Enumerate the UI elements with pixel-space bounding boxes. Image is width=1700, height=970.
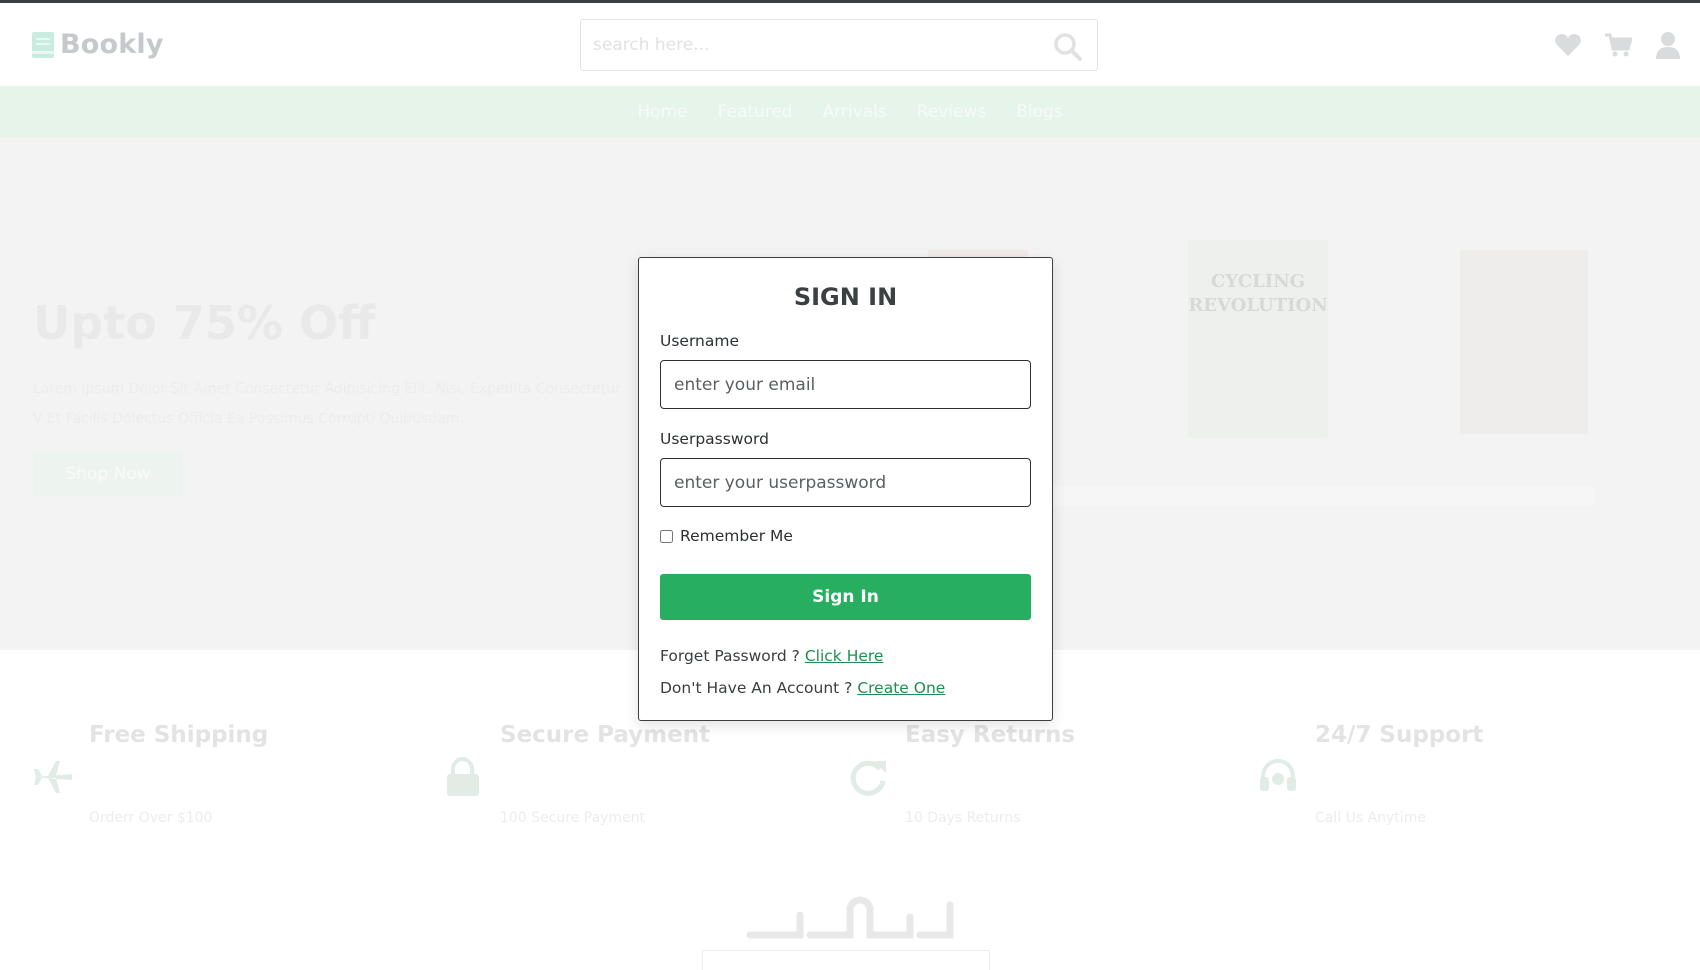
sign-in-button[interactable]: Sign In bbox=[660, 574, 1031, 620]
forgot-text: Forget Password ? bbox=[660, 647, 800, 665]
heart-icon[interactable] bbox=[1554, 31, 1582, 59]
lock-icon bbox=[447, 757, 479, 796]
book-icon bbox=[32, 31, 54, 58]
nav-arrivals[interactable]: Arrivals bbox=[823, 102, 887, 122]
create-one-link[interactable]: Create One bbox=[857, 679, 945, 697]
plane-icon bbox=[34, 761, 72, 793]
password-input[interactable] bbox=[660, 458, 1031, 507]
main-nav: Home Featured Arrivals Reviews Blogs bbox=[0, 86, 1700, 138]
header: Bookly bbox=[0, 3, 1700, 86]
feature-title: Easy Returns bbox=[905, 722, 1076, 748]
nav-blogs[interactable]: Blogs bbox=[1016, 102, 1062, 122]
feature-title: 24/7 Support bbox=[1315, 722, 1484, 748]
nav-reviews[interactable]: Reviews bbox=[917, 102, 987, 122]
feature-title: Secure Payment bbox=[500, 722, 711, 748]
remember-checkbox[interactable] bbox=[660, 529, 673, 543]
book-cover[interactable] bbox=[1460, 250, 1588, 434]
hero-title: Upto 75% Off bbox=[33, 296, 376, 350]
search-box bbox=[580, 19, 1098, 71]
brand-name: Bookly bbox=[60, 29, 164, 60]
click-here-link[interactable]: Click Here bbox=[805, 647, 884, 665]
search-icon[interactable] bbox=[1053, 32, 1083, 62]
redo-icon bbox=[850, 760, 886, 796]
header-actions bbox=[1554, 31, 1682, 59]
section-heading-box bbox=[702, 950, 990, 970]
shop-now-button[interactable]: Shop Now bbox=[33, 451, 183, 497]
modal-title: SIGN IN bbox=[793, 283, 898, 311]
nav-featured[interactable]: Featured bbox=[718, 102, 793, 122]
remember-label: Remember Me bbox=[680, 527, 793, 545]
username-label: Username bbox=[660, 332, 740, 350]
sign-in-modal: SIGN IN Username Userpassword Remember M… bbox=[638, 257, 1053, 721]
hero-text: Lorem Ipsum Dolor Sit Amet Consectetur A… bbox=[33, 381, 621, 427]
feature-subtitle: 100 Secure Payment bbox=[500, 810, 646, 826]
search-input[interactable] bbox=[593, 20, 1033, 70]
username-input[interactable] bbox=[660, 360, 1031, 409]
book-title: CYCLING REVOLUTION bbox=[1188, 271, 1328, 316]
account-text: Don't Have An Account ? bbox=[660, 679, 853, 697]
nav-home[interactable]: Home bbox=[637, 102, 687, 122]
password-label: Userpassword bbox=[660, 430, 769, 448]
feature-subtitle: Orderr Over $100 bbox=[89, 810, 213, 826]
site-watermark-logo bbox=[746, 896, 954, 939]
feature-title: Free Shipping bbox=[89, 722, 269, 748]
book-stand bbox=[1050, 486, 1595, 506]
book-cover[interactable]: CYCLING REVOLUTION bbox=[1188, 240, 1328, 438]
headset-icon bbox=[1260, 758, 1296, 791]
forgot-password-line: Forget Password ? Click Here bbox=[660, 647, 883, 665]
feature-subtitle: 10 Days Returns bbox=[905, 810, 1021, 826]
feature-subtitle: Call Us Anytime bbox=[1315, 810, 1426, 826]
cart-icon[interactable] bbox=[1604, 31, 1634, 59]
logo[interactable]: Bookly bbox=[32, 29, 164, 60]
user-icon[interactable] bbox=[1654, 31, 1682, 59]
create-account-line: Don't Have An Account ? Create One bbox=[660, 679, 945, 697]
remember-me[interactable]: Remember Me bbox=[660, 527, 793, 545]
